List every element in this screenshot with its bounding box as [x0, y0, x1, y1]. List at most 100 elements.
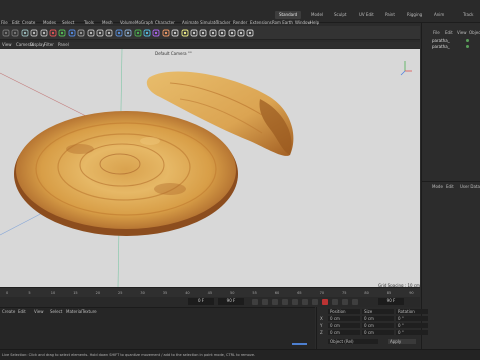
viewport-menu-panel[interactable]: Panel	[58, 42, 69, 48]
layout-tab-uv-edit[interactable]: UV Edit	[355, 11, 378, 19]
material-menu-create[interactable]: Create	[2, 309, 15, 315]
camera-icon[interactable]	[171, 29, 179, 37]
coord-axis-label: Z	[320, 330, 323, 335]
om-menu-object[interactable]: Object	[469, 30, 480, 36]
current-frame-field[interactable]: 0 F	[188, 298, 214, 305]
play-icon[interactable]	[282, 299, 288, 305]
viewport-menu: View Cameras Display Filter Panel	[0, 42, 420, 48]
layout-tab-standard[interactable]: Standard	[275, 11, 302, 19]
om-menu-edit[interactable]: Edit	[445, 30, 453, 36]
viewport-menu-view[interactable]: View	[2, 42, 12, 48]
pen-icon[interactable]	[124, 29, 132, 37]
viewport-canvas[interactable]	[0, 49, 420, 287]
layout-tab-track[interactable]: Track	[459, 11, 477, 19]
coord-field-pos[interactable]: 0 cm	[328, 323, 360, 328]
axis-x-icon[interactable]	[49, 29, 57, 37]
axis-y-icon[interactable]	[58, 29, 66, 37]
coord-field-pos[interactable]: 0 cm	[328, 316, 360, 321]
panel-divider	[421, 181, 480, 182]
scene-icon[interactable]	[162, 29, 170, 37]
coord-field-size[interactable]: 0 cm	[362, 323, 394, 328]
attr-menu-user-data[interactable]: User Data	[460, 184, 480, 190]
select-icon[interactable]	[228, 29, 236, 37]
grid-icon[interactable]	[237, 29, 245, 37]
layout-tab-paint[interactable]: Paint	[381, 11, 399, 19]
material-menu-select[interactable]: Select	[50, 309, 62, 315]
timeline-tick-label: 0	[6, 291, 9, 295]
max-frame-field[interactable]: 90 F	[378, 298, 404, 305]
timeline-tick-label: 35	[162, 291, 168, 295]
move-icon[interactable]	[21, 29, 29, 37]
viewport-menu-display[interactable]: Display	[30, 42, 45, 48]
rotate-icon[interactable]	[40, 29, 48, 37]
goto-end-icon[interactable]	[312, 299, 318, 305]
om-menu-file[interactable]: File	[433, 30, 440, 36]
next-frame-icon[interactable]	[292, 299, 298, 305]
timeline-tick-label: 75	[342, 291, 347, 295]
coord-field-rot[interactable]: 0 °	[396, 323, 428, 328]
timeline-tick-label: 80	[364, 291, 369, 295]
autokey-icon[interactable]	[332, 299, 338, 305]
om-menu-view[interactable]: View	[457, 30, 467, 36]
deformer-icon[interactable]	[152, 29, 160, 37]
scale-icon[interactable]	[30, 29, 38, 37]
attr-menu-mode[interactable]: Mode	[432, 184, 443, 190]
prev-key-icon[interactable]	[262, 299, 268, 305]
coord-axis-label: X	[320, 316, 323, 321]
coord-field-rot[interactable]: 0 °	[396, 316, 428, 321]
apply-button[interactable]: Apply	[388, 339, 416, 344]
timeline-tick-label: 10	[50, 291, 56, 295]
material-menu-view[interactable]: View	[34, 309, 44, 315]
viewport-menu-filter[interactable]: Filter	[44, 42, 54, 48]
coord-system-icon[interactable]	[77, 29, 85, 37]
loop-icon[interactable]	[352, 299, 358, 305]
subdivision-icon[interactable]	[134, 29, 142, 37]
material-menu-edit[interactable]: Edit	[18, 309, 26, 315]
light-icon[interactable]	[181, 29, 189, 37]
goto-start-icon[interactable]	[252, 299, 258, 305]
coord-field-size[interactable]: 0 cm	[362, 316, 394, 321]
timeline-tick-label: 25	[118, 291, 123, 295]
symmetry-icon[interactable]	[246, 29, 254, 37]
undo-icon[interactable]	[2, 29, 10, 37]
record-icon[interactable]	[322, 299, 328, 305]
workplane-icon[interactable]	[199, 29, 207, 37]
prev-frame-icon[interactable]	[272, 299, 278, 305]
coord-field-pos[interactable]: 0 cm	[328, 330, 360, 335]
attr-menu-edit[interactable]: Edit	[446, 184, 454, 190]
layout-tab-sculpt[interactable]: Sculpt	[330, 11, 351, 19]
coord-field-rot[interactable]: 0 °	[396, 330, 428, 335]
render-settings-icon[interactable]	[105, 29, 113, 37]
material-menu-texture[interactable]: Texture	[82, 309, 97, 315]
progress-accent	[292, 343, 307, 345]
timeline-tick-label: 70	[319, 291, 325, 295]
timeline-tick-label: 90	[409, 291, 414, 295]
view-axis-gizmo	[400, 61, 412, 76]
viewport[interactable]	[0, 49, 420, 287]
layout-tab-rigging[interactable]: Rigging	[403, 11, 426, 19]
layout-tab-anim[interactable]: Anim	[430, 11, 448, 19]
object-visibility-dot[interactable]	[466, 45, 469, 48]
cube-icon[interactable]	[115, 29, 123, 37]
quantize-icon[interactable]	[209, 29, 217, 37]
coord-mode-select[interactable]: Object (Rel)	[328, 339, 378, 344]
material-menu-material[interactable]: Material	[66, 309, 82, 315]
tweak-icon[interactable]	[218, 29, 226, 37]
render-picture-icon[interactable]	[96, 29, 104, 37]
next-key-icon[interactable]	[302, 299, 308, 305]
timeline-tick-label: 40	[185, 291, 190, 295]
axis-z-icon[interactable]	[68, 29, 76, 37]
render-view-icon[interactable]	[87, 29, 95, 37]
cloner-icon[interactable]	[143, 29, 151, 37]
object-visibility-dot[interactable]	[466, 39, 469, 42]
paratha-flat-model[interactable]	[14, 111, 238, 236]
layout-tab-model[interactable]: Model	[307, 11, 327, 19]
object-row[interactable]: paratha_	[432, 44, 450, 50]
keyframe-icon[interactable]	[342, 299, 348, 305]
redo-icon[interactable]	[11, 29, 19, 37]
coord-field-size[interactable]: 0 cm	[362, 330, 394, 335]
timeline-tick-label: 50	[230, 291, 235, 295]
end-frame-field[interactable]: 90 F	[218, 298, 244, 305]
coord-header: Rotation	[396, 309, 428, 314]
snap-icon[interactable]	[190, 29, 198, 37]
